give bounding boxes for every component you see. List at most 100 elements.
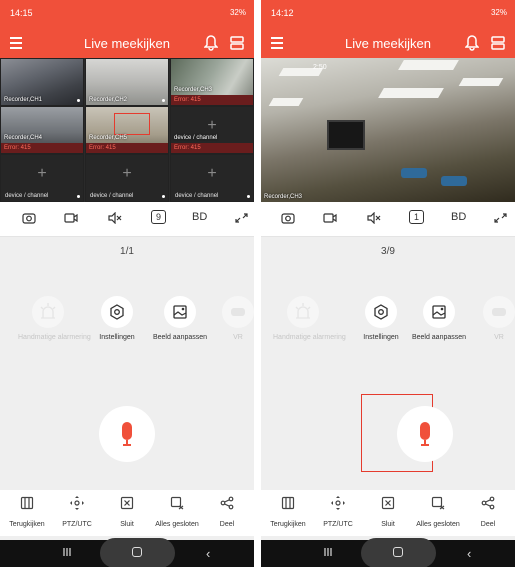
settings-hexagon-icon <box>110 304 124 320</box>
status-battery: 32% <box>490 8 507 17</box>
ptz-icon <box>70 496 84 510</box>
quality-button[interactable]: BD <box>451 211 466 223</box>
feature-label: Beeld aanpassen <box>411 334 467 341</box>
empty-tile[interactable]: + device / channel <box>170 154 254 202</box>
feature-image-adjust[interactable]: Beeld aanpassen <box>409 296 469 341</box>
feature-settings[interactable]: Instellingen <box>87 296 147 341</box>
close-box-icon <box>120 496 134 510</box>
split-selector[interactable]: 1 <box>409 210 425 224</box>
toolbar-label: Sluit <box>120 521 134 528</box>
error-label: Error: 415 <box>171 143 253 153</box>
selection-box <box>114 113 150 135</box>
fullscreen-icon[interactable] <box>493 212 507 224</box>
toolbar-label: Alles gesloten <box>155 521 199 528</box>
channel-label: device / channel <box>5 193 49 199</box>
camera-tile[interactable]: Recorder,CH5 Error: 415 <box>85 106 169 154</box>
close-all-button[interactable]: Alles gesloten <box>151 496 203 528</box>
camera-snapshot-icon[interactable] <box>22 212 36 224</box>
image-adjust-icon <box>432 305 446 319</box>
talk-button[interactable] <box>397 406 453 462</box>
bell-icon[interactable] <box>204 35 218 51</box>
android-nav-bar: ‹ <box>261 538 515 567</box>
bell-icon[interactable] <box>465 35 479 51</box>
camera-snapshot-icon[interactable] <box>281 212 295 224</box>
error-label: Error: 415 <box>86 143 168 153</box>
camera-tile[interactable]: + device / channel Error: 415 <box>170 106 254 154</box>
camera-tile[interactable]: Recorder,CH2 <box>85 58 169 106</box>
empty-tile[interactable]: + device / channel <box>0 154 84 202</box>
settings-hexagon-icon <box>374 304 388 320</box>
control-bar: 1 BD <box>261 202 515 236</box>
fullscreen-icon[interactable] <box>234 212 248 224</box>
siren-icon <box>40 303 56 319</box>
feature-settings[interactable]: Instellingen <box>351 296 411 341</box>
status-battery: 32% <box>229 8 246 17</box>
quality-button[interactable]: BD <box>192 211 207 223</box>
ptz-button[interactable]: PTZ/UTC <box>312 496 364 528</box>
camera-label: Recorder,CH1 <box>4 97 43 103</box>
camera-fullview[interactable]: 2:50 Recorder,CH3 <box>261 58 515 202</box>
camera-grid: Recorder,CH1 Recorder,CH2 Recorder,CH3 Er… <box>0 58 254 202</box>
home-button[interactable] <box>361 538 436 567</box>
ptz-button[interactable]: PTZ/UTC <box>51 496 103 528</box>
camera-tile[interactable]: Recorder,CH4 Error: 415 <box>0 106 84 154</box>
empty-tile[interactable]: + device / channel <box>85 154 169 202</box>
feature-manual-alarm[interactable]: Handmatige alarmering <box>273 296 346 341</box>
feature-label: Instellingen <box>363 334 399 341</box>
feature-label: Handmatige alarmering <box>273 334 346 341</box>
recent-apps-icon[interactable] <box>323 547 333 557</box>
share-button[interactable]: Deel <box>462 496 514 528</box>
share-button[interactable]: Deel <box>201 496 253 528</box>
close-all-button[interactable]: Alles gesloten <box>412 496 464 528</box>
feature-label: Instellingen <box>99 334 135 341</box>
close-all-icon <box>170 496 184 510</box>
close-button[interactable]: Sluit <box>101 496 153 528</box>
record-video-icon[interactable] <box>323 212 337 224</box>
feature-image-adjust[interactable]: Beeld aanpassen <box>150 296 210 341</box>
recorder-icon[interactable] <box>491 35 505 51</box>
split-selector[interactable]: 9 <box>151 210 167 224</box>
talk-button[interactable] <box>99 406 155 462</box>
status-bar: 14:15 32% <box>0 0 254 30</box>
back-icon[interactable]: ‹ <box>467 546 471 561</box>
share-icon <box>220 496 234 510</box>
toolbar-label: PTZ/UTC <box>323 521 353 528</box>
image-adjust-icon <box>173 305 187 319</box>
add-icon: + <box>37 165 47 182</box>
close-all-icon <box>431 496 445 510</box>
page-indicator: 1/1 <box>120 246 134 257</box>
feature-manual-alarm[interactable]: Handmatige alarmering <box>18 296 91 341</box>
home-button[interactable] <box>100 538 175 567</box>
right-screen: 14:12 32% Live meekijken 2:50 Recorder,C… <box>261 0 515 567</box>
toolbar-label: Deel <box>480 521 496 528</box>
recorder-icon[interactable] <box>230 35 244 51</box>
playback-button[interactable]: Terugkijken <box>262 496 314 528</box>
mute-icon[interactable] <box>367 212 381 224</box>
status-time: 14:12 <box>271 8 294 18</box>
camera-tile[interactable]: Recorder,CH1 <box>0 58 84 106</box>
close-box-icon <box>381 496 395 510</box>
recent-apps-icon[interactable] <box>62 547 72 557</box>
left-screen: 14:15 32% Live meekijken Recorder,CH1 Re… <box>0 0 254 567</box>
feature-vr[interactable]: VR <box>208 296 254 341</box>
playback-icon <box>20 496 34 510</box>
share-icon <box>481 496 495 510</box>
channel-label: device / channel <box>90 193 134 199</box>
mute-icon[interactable] <box>108 212 122 224</box>
toolbar-label: Alles gesloten <box>416 521 460 528</box>
feature-label: Beeld aanpassen <box>152 334 208 341</box>
camera-label: device / channel <box>174 135 218 141</box>
channel-label: device / channel <box>175 193 219 199</box>
bottom-toolbar: Terugkijken PTZ/UTC Sluit Alles gesloten… <box>0 490 254 536</box>
feature-vr[interactable]: VR <box>469 296 515 341</box>
toolbar-label: Sluit <box>381 521 395 528</box>
playback-button[interactable]: Terugkijken <box>1 496 53 528</box>
record-video-icon[interactable] <box>64 212 78 224</box>
back-icon[interactable]: ‹ <box>206 546 210 561</box>
camera-tile[interactable]: Recorder,CH3 Error: 415 <box>170 58 254 106</box>
home-icon <box>132 547 142 557</box>
feature-label: Handmatige alarmering <box>18 334 91 341</box>
add-icon: + <box>207 117 217 134</box>
camera-time: 2:50 <box>313 64 327 71</box>
close-button[interactable]: Sluit <box>362 496 414 528</box>
